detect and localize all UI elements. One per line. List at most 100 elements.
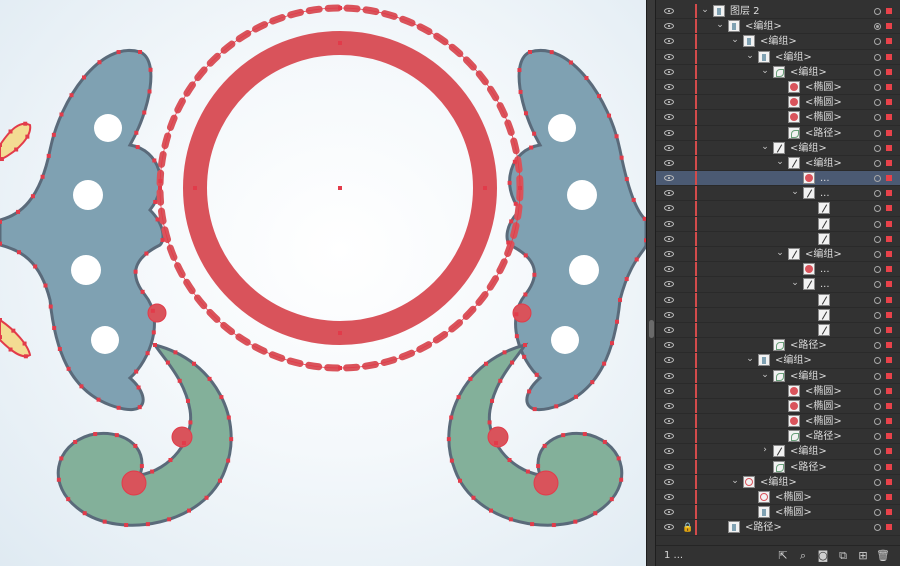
new-layer-icon[interactable]: ⊞ xyxy=(856,549,870,563)
anchor-point[interactable] xyxy=(145,351,150,356)
layer-name[interactable]: 图层 2 xyxy=(730,5,760,18)
visibility-eye-icon[interactable] xyxy=(664,23,674,30)
target-circle-icon[interactable] xyxy=(874,509,881,517)
selection-indicator[interactable] xyxy=(886,296,892,303)
layer-row[interactable]: <路径> xyxy=(656,459,900,475)
visibility-eye-icon[interactable] xyxy=(664,205,674,212)
layer-row[interactable]: ⌄ <编组> xyxy=(656,474,900,490)
anchor-point[interactable] xyxy=(0,157,4,162)
layer-row[interactable] xyxy=(656,201,900,217)
selection-indicator[interactable] xyxy=(886,99,892,106)
export-icon[interactable]: ⇱ xyxy=(776,549,790,563)
target-circle-icon[interactable] xyxy=(874,524,881,532)
visibility-eye-icon[interactable] xyxy=(664,342,674,349)
target-circle-icon[interactable] xyxy=(874,463,881,471)
selection-indicator[interactable] xyxy=(886,266,892,273)
selection-indicator[interactable] xyxy=(886,372,892,379)
visibility-eye-icon[interactable] xyxy=(664,372,674,379)
target-circle-icon[interactable] xyxy=(874,114,881,122)
selection-indicator[interactable] xyxy=(886,342,892,349)
anchor-point[interactable] xyxy=(510,360,515,365)
locate-object-icon[interactable]: ⌕ xyxy=(796,549,810,563)
layer-name[interactable]: ... xyxy=(820,263,830,276)
anchor-point[interactable] xyxy=(574,394,579,399)
layer-name[interactable]: <椭圆> xyxy=(805,385,842,398)
anchor-point[interactable] xyxy=(25,134,30,139)
anchor-point[interactable] xyxy=(134,130,139,135)
anchor-point[interactable] xyxy=(631,197,636,202)
anchor-point[interactable] xyxy=(523,292,528,297)
target-circle-icon[interactable] xyxy=(874,99,881,107)
anchor-point[interactable] xyxy=(532,272,537,277)
anchor-point[interactable] xyxy=(204,495,209,500)
target-circle-icon[interactable] xyxy=(874,8,881,15)
layer-name[interactable]: <路径> xyxy=(745,521,782,534)
layer-row[interactable] xyxy=(656,231,900,247)
layer-row[interactable]: <椭圆> xyxy=(656,383,900,399)
lock-icon[interactable]: 🔒 xyxy=(682,523,693,533)
layer-name[interactable]: <椭圆> xyxy=(805,96,842,109)
anchor-point[interactable] xyxy=(514,312,519,317)
selection-indicator[interactable] xyxy=(886,418,892,425)
layer-row[interactable]: ⌄ <编组> xyxy=(656,34,900,50)
target-circle-icon[interactable] xyxy=(874,38,881,46)
layer-name[interactable]: <椭圆> xyxy=(775,506,812,519)
target-circle-icon[interactable] xyxy=(874,251,881,258)
anchor-point[interactable] xyxy=(33,264,38,269)
anchor-point[interactable] xyxy=(506,240,511,245)
layer-row[interactable]: ⌄ <编组> xyxy=(656,155,900,172)
layer-row[interactable]: <路径> xyxy=(656,338,900,354)
expand-chevron-icon[interactable]: ⌄ xyxy=(760,370,770,380)
anchor-point[interactable] xyxy=(16,209,21,214)
anchor-point[interactable] xyxy=(167,517,172,522)
anchor-point[interactable] xyxy=(338,41,342,45)
layer-row[interactable]: ⌄ 图层 2 xyxy=(656,4,900,20)
visibility-eye-icon[interactable] xyxy=(664,387,674,394)
expand-chevron-icon[interactable]: ⌄ xyxy=(730,35,740,45)
expand-chevron-icon[interactable]: ⌄ xyxy=(775,157,785,167)
anchor-point[interactable] xyxy=(116,50,121,55)
divider-grip[interactable] xyxy=(649,320,654,338)
selection-indicator[interactable] xyxy=(886,326,892,333)
layer-name[interactable]: <编组> xyxy=(790,66,827,79)
visibility-eye-icon[interactable] xyxy=(664,8,674,14)
anchor-point[interactable] xyxy=(14,147,19,152)
visibility-eye-icon[interactable] xyxy=(664,402,674,409)
anchor-point[interactable] xyxy=(514,334,519,339)
anchor-point[interactable] xyxy=(618,297,623,302)
anchor-point[interactable] xyxy=(153,343,157,347)
layer-name[interactable]: <编组> xyxy=(805,157,842,170)
anchor-point[interactable] xyxy=(0,219,3,224)
visibility-eye-icon[interactable] xyxy=(664,463,674,470)
layer-name[interactable]: ... xyxy=(820,187,830,200)
anchor-point[interactable] xyxy=(490,398,495,403)
anchor-point[interactable] xyxy=(207,376,212,381)
layer-row[interactable]: ⌄ <编组> xyxy=(656,247,900,263)
anchor-point[interactable] xyxy=(568,60,573,65)
anchor-point[interactable] xyxy=(561,433,566,438)
anchor-point[interactable] xyxy=(582,432,587,437)
visibility-eye-icon[interactable] xyxy=(664,311,674,318)
anchor-point[interactable] xyxy=(449,458,454,463)
selection-indicator[interactable] xyxy=(886,494,892,500)
layer-row[interactable]: <椭圆> xyxy=(656,95,900,111)
visibility-eye-icon[interactable] xyxy=(664,159,674,166)
target-circle-icon[interactable] xyxy=(874,372,881,380)
create-sublayer-icon[interactable]: ⧉ xyxy=(836,549,850,563)
selection-indicator[interactable] xyxy=(886,357,892,364)
layer-row[interactable]: <椭圆> xyxy=(656,490,900,506)
anchor-point[interactable] xyxy=(507,180,512,185)
visibility-eye-icon[interactable] xyxy=(664,524,674,531)
anchor-point[interactable] xyxy=(584,76,589,81)
selection-indicator[interactable] xyxy=(886,159,892,166)
target-circle-icon[interactable] xyxy=(874,68,881,76)
anchor-point[interactable] xyxy=(8,129,13,134)
anchor-point[interactable] xyxy=(102,519,107,524)
anchor-point[interactable] xyxy=(634,257,639,262)
anchor-point[interactable] xyxy=(536,464,541,469)
anchor-point[interactable] xyxy=(144,251,149,256)
anchor-point[interactable] xyxy=(609,497,614,502)
anchor-point[interactable] xyxy=(523,111,528,116)
target-circle-icon[interactable] xyxy=(874,357,881,365)
anchor-point[interactable] xyxy=(610,341,615,346)
